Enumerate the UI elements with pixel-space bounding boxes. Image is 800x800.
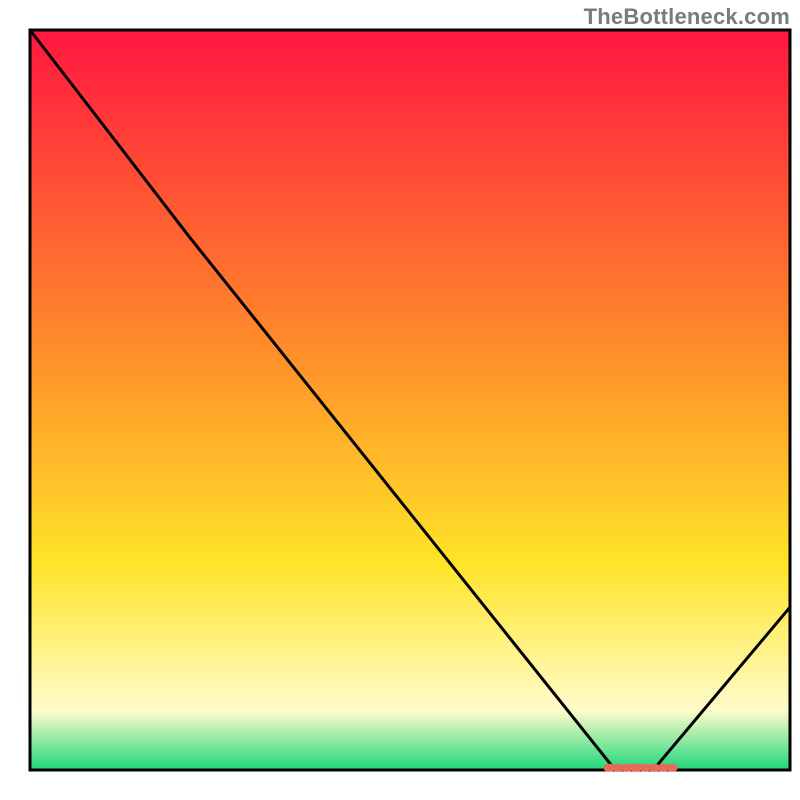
chart-container: { "attribution": "TheBottleneck.com", "c… xyxy=(0,0,800,800)
gradient-background xyxy=(30,30,790,770)
bottleneck-chart xyxy=(0,0,800,800)
